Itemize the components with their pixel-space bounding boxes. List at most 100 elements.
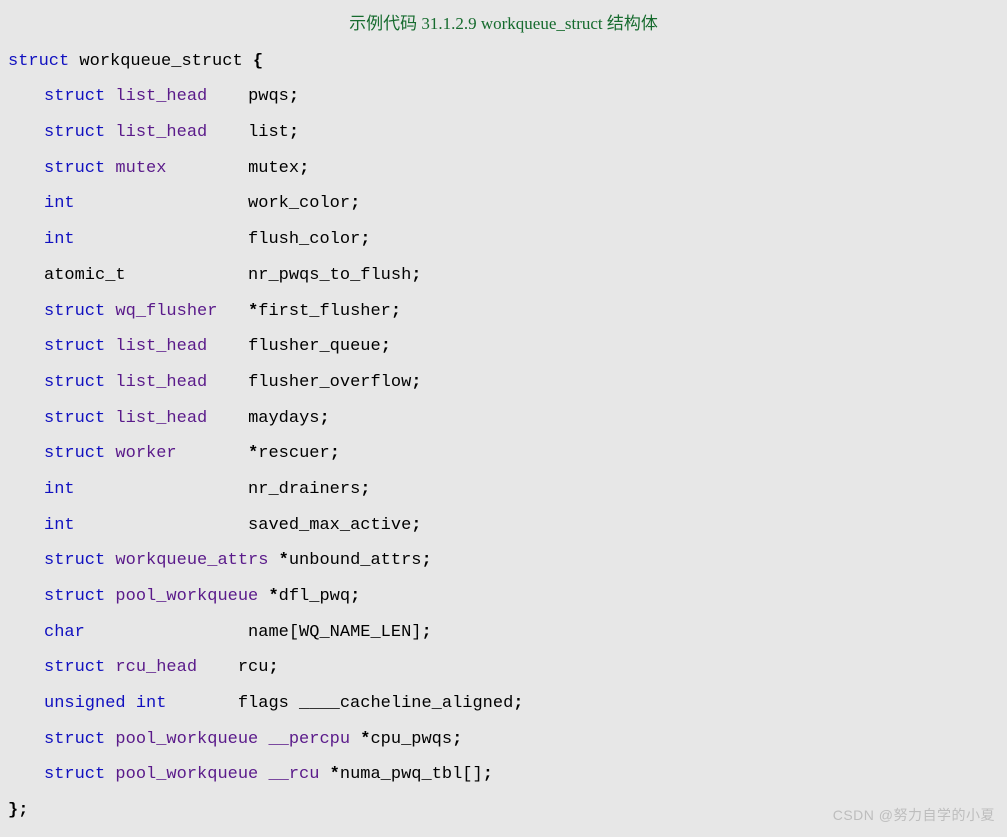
spacer [217, 302, 248, 321]
type: list_head [115, 373, 207, 392]
member-name: rcu [238, 658, 269, 677]
terminator: ; [391, 302, 401, 321]
member-row: unsigned int flags ____cacheline_aligned… [8, 686, 999, 722]
member-row: struct list_head maydays; [8, 401, 999, 437]
member-name: mutex [248, 159, 299, 178]
spacer [126, 266, 248, 285]
member-row: struct pool_workqueue *dfl_pwq; [8, 579, 999, 615]
terminator: ; [513, 694, 523, 713]
member-row: char name[WQ_NAME_LEN]; [8, 615, 999, 651]
member-row: int work_color; [8, 186, 999, 222]
member-row: struct list_head pwqs; [8, 79, 999, 115]
type: pool_workqueue __percpu [115, 730, 350, 749]
pointer-star: * [268, 587, 278, 606]
member-row: struct worker *rescuer; [8, 436, 999, 472]
type: pool_workqueue [115, 587, 258, 606]
member-name: unbound_attrs [289, 551, 422, 570]
type: atomic_t [44, 266, 126, 285]
terminator: ; [289, 87, 299, 106]
keyword: struct [44, 87, 105, 106]
member-name: work_color [248, 194, 350, 213]
member-name: saved_max_active [248, 516, 411, 535]
keyword: struct [44, 337, 105, 356]
member-row: struct list_head flusher_queue; [8, 329, 999, 365]
spacer [177, 444, 248, 463]
member-row: struct pool_workqueue __rcu *numa_pwq_tb… [8, 757, 999, 793]
member-row: struct wq_flusher *first_flusher; [8, 294, 999, 330]
type: mutex [115, 159, 166, 178]
spacer [177, 694, 238, 713]
struct-decl: struct workqueue_struct { [8, 44, 999, 80]
keyword: int [44, 230, 75, 249]
member-name: first_flusher [258, 302, 391, 321]
member-name: maydays [248, 409, 319, 428]
type: worker [115, 444, 176, 463]
member-name: rescuer [258, 444, 329, 463]
terminator: ; [268, 658, 278, 677]
terminator: ; [299, 159, 309, 178]
terminator: ; [350, 587, 360, 606]
type: list_head [115, 87, 207, 106]
pointer-star: * [248, 444, 258, 463]
keyword: struct [44, 373, 105, 392]
code-title: 示例代码 31.1.2.9 workqueue_struct 结构体 [8, 4, 999, 44]
terminator: ; [330, 444, 340, 463]
keyword: struct [44, 587, 105, 606]
terminator: ; [421, 551, 431, 570]
keyword: int [44, 516, 75, 535]
member-name: nr_drainers [248, 480, 360, 499]
pointer-star: * [248, 302, 258, 321]
keyword: int [44, 480, 75, 499]
type: rcu_head [115, 658, 197, 677]
member-name: flusher_overflow [248, 373, 411, 392]
terminator: ; [452, 730, 462, 749]
member-name: name[WQ_NAME_LEN] [248, 623, 421, 642]
member-row: struct workqueue_attrs *unbound_attrs; [8, 543, 999, 579]
spacer [207, 123, 248, 142]
spacer [258, 587, 268, 606]
spacer [166, 159, 248, 178]
member-row: struct pool_workqueue __percpu *cpu_pwqs… [8, 722, 999, 758]
member-row: atomic_t nr_pwqs_to_flush; [8, 258, 999, 294]
type: wq_flusher [115, 302, 217, 321]
spacer [197, 658, 238, 677]
member-name: dfl_pwq [279, 587, 350, 606]
keyword: struct [44, 730, 105, 749]
member-name: list [248, 123, 289, 142]
spacer [85, 194, 248, 213]
terminator: ; [381, 337, 391, 356]
member-name: numa_pwq_tbl[] [340, 765, 483, 784]
spacer [85, 516, 248, 535]
spacer [207, 409, 248, 428]
keyword: struct [44, 765, 105, 784]
keyword: struct [44, 409, 105, 428]
type: workqueue_attrs [115, 551, 268, 570]
member-row: struct list_head list; [8, 115, 999, 151]
struct-body: struct list_head pwqs;struct list_head l… [8, 79, 999, 793]
keyword: char [44, 623, 85, 642]
struct-name: workqueue_struct [79, 52, 242, 71]
member-name: flags ____cacheline_aligned [238, 694, 513, 713]
member-row: struct mutex mutex; [8, 151, 999, 187]
pointer-star: * [279, 551, 289, 570]
spacer [95, 623, 248, 642]
keyword: struct [44, 551, 105, 570]
member-name: flusher_queue [248, 337, 381, 356]
code-block: 示例代码 31.1.2.9 workqueue_struct 结构体 struc… [0, 0, 1007, 837]
member-name: cpu_pwqs [370, 730, 452, 749]
keyword: struct [44, 444, 105, 463]
member-row: struct rcu_head rcu; [8, 650, 999, 686]
pointer-star: * [360, 730, 370, 749]
brace-close: }; [8, 793, 999, 829]
terminator: ; [411, 266, 421, 285]
keyword: struct [44, 302, 105, 321]
keyword: unsigned int [44, 694, 166, 713]
pointer-star: * [330, 765, 340, 784]
type: pool_workqueue __rcu [115, 765, 319, 784]
keyword: struct [44, 658, 105, 677]
member-row: int saved_max_active; [8, 508, 999, 544]
terminator: ; [360, 480, 370, 499]
type: list_head [115, 337, 207, 356]
spacer [207, 337, 248, 356]
spacer [268, 551, 278, 570]
